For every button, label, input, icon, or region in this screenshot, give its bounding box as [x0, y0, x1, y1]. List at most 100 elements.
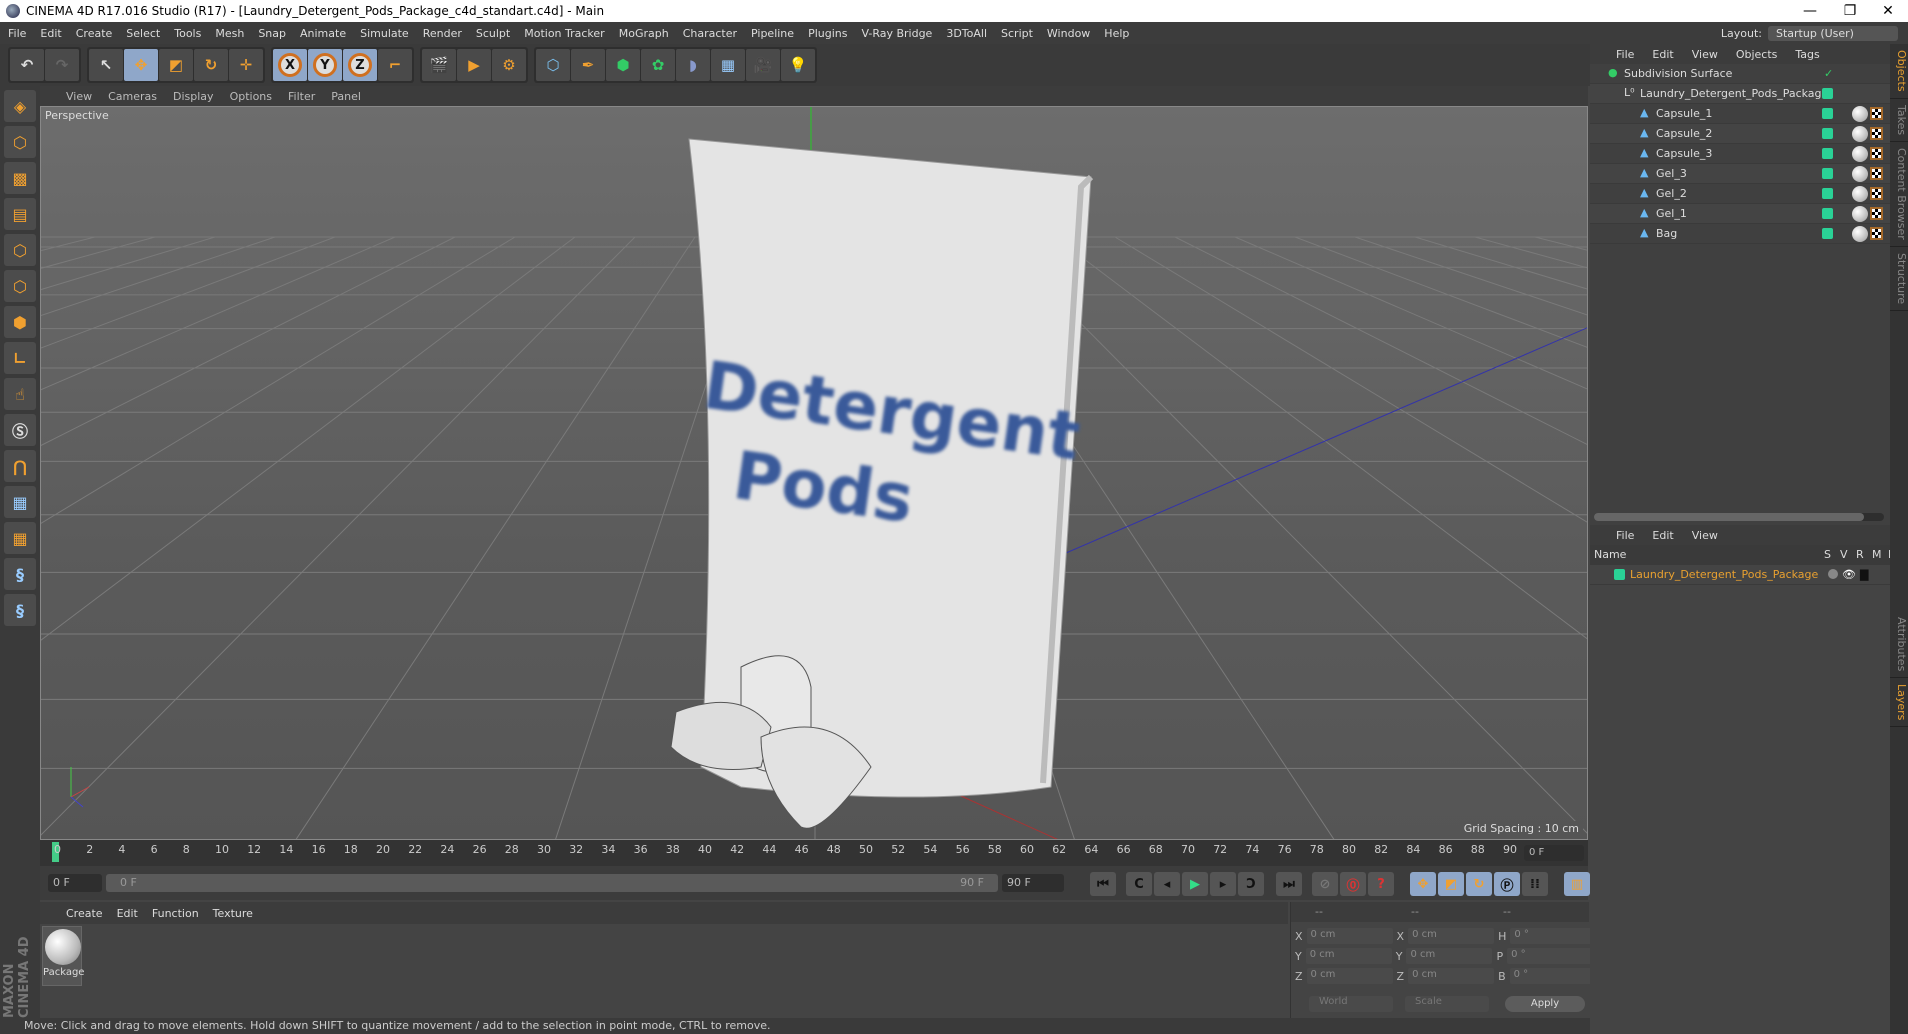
- menu-snap[interactable]: Snap: [258, 27, 286, 40]
- object-menu-view[interactable]: View: [1692, 48, 1718, 61]
- 3d-viewport[interactable]: Detergent Pods Perspective Grid Spacing …: [40, 106, 1588, 840]
- visible-eye-icon[interactable]: 👁: [1842, 568, 1856, 581]
- keyframe-help-icon[interactable]: ?: [1368, 872, 1394, 896]
- coord-field[interactable]: 0 cm: [1408, 928, 1495, 944]
- layer-column-name[interactable]: Name: [1594, 548, 1626, 561]
- material-tag-icon[interactable]: [1852, 146, 1868, 162]
- current-frame-field[interactable]: 0 F: [48, 874, 102, 892]
- coord-field[interactable]: 0 cm: [1406, 948, 1493, 964]
- lock-workplane-icon[interactable]: ▦: [4, 486, 36, 518]
- solo-dot-icon[interactable]: [1828, 569, 1838, 579]
- coord-field[interactable]: 0 cm: [1306, 968, 1393, 984]
- layer-menu-file[interactable]: File: [1616, 529, 1634, 542]
- menu-motion-tracker[interactable]: Motion Tracker: [524, 27, 604, 40]
- material-tag-icon[interactable]: [1852, 186, 1868, 202]
- grid-icon[interactable]: ▦: [4, 522, 36, 554]
- viewport-menu-options[interactable]: Options: [230, 90, 272, 103]
- layer-column-m[interactable]: M: [1872, 548, 1882, 561]
- cloner-icon[interactable]: ✿: [641, 49, 675, 81]
- z-axis-button[interactable]: Z: [343, 49, 377, 81]
- redo-icon[interactable]: ↷: [45, 49, 79, 81]
- layer-color-swatch[interactable]: [1822, 88, 1833, 99]
- side-tab-objects[interactable]: Objects: [1890, 44, 1908, 99]
- material-tag-icon[interactable]: [1852, 106, 1868, 122]
- cube-icon[interactable]: ⬡: [536, 49, 570, 81]
- object-menu-objects[interactable]: Objects: [1736, 48, 1778, 61]
- coord-field[interactable]: 0 cm: [1305, 948, 1392, 964]
- scale-icon[interactable]: ◩: [159, 49, 193, 81]
- coord-field[interactable]: 0 °: [1510, 928, 1597, 944]
- object-menu-file[interactable]: File: [1616, 48, 1634, 61]
- magnet-icon[interactable]: ⋂: [4, 450, 36, 482]
- play-icon[interactable]: ▶: [1182, 872, 1208, 896]
- prev-frame-icon[interactable]: ◂: [1154, 872, 1180, 896]
- move-icon[interactable]: ✥: [124, 49, 158, 81]
- coord-field[interactable]: 0 cm: [1408, 968, 1495, 984]
- menu-script[interactable]: Script: [1001, 27, 1033, 40]
- key-rotation-icon[interactable]: ↻: [1466, 872, 1492, 896]
- side-tab-layers[interactable]: Layers: [1890, 678, 1908, 728]
- frame-display-field[interactable]: 0 F: [1524, 845, 1584, 861]
- menu-character[interactable]: Character: [683, 27, 737, 40]
- texture-mode-icon[interactable]: ▩: [4, 162, 36, 194]
- material-menu-edit[interactable]: Edit: [117, 907, 138, 920]
- goto-start-icon[interactable]: ⏮: [1090, 872, 1116, 896]
- material-tag-icon[interactable]: [1852, 166, 1868, 182]
- uvw-tag-icon[interactable]: [1870, 227, 1883, 240]
- material-menu-function[interactable]: Function: [152, 907, 199, 920]
- subdivision-icon[interactable]: ⬢: [606, 49, 640, 81]
- menu-help[interactable]: Help: [1104, 27, 1129, 40]
- object-row[interactable]: ▲ Gel_3: [1590, 164, 1890, 184]
- viewport-menu-cameras[interactable]: Cameras: [108, 90, 157, 103]
- menu-v-ray-bridge[interactable]: V-Ray Bridge: [861, 27, 932, 40]
- pen-spline-icon[interactable]: ✒: [571, 49, 605, 81]
- viewport-menu-view[interactable]: View: [66, 90, 92, 103]
- key-position-icon[interactable]: ✥: [1410, 872, 1436, 896]
- tweak-icon[interactable]: ☝: [4, 378, 36, 410]
- viewport-menu-panel[interactable]: Panel: [331, 90, 361, 103]
- model-mode-icon[interactable]: ◈: [4, 90, 36, 122]
- menu-sculpt[interactable]: Sculpt: [476, 27, 510, 40]
- uvw-tag-icon[interactable]: [1870, 107, 1883, 120]
- y-axis-button[interactable]: Y: [308, 49, 342, 81]
- side-tab-structure[interactable]: Structure: [1890, 247, 1908, 311]
- layer-color-swatch[interactable]: [1822, 168, 1833, 179]
- menu-tools[interactable]: Tools: [174, 27, 201, 40]
- timeline-window-icon[interactable]: ▥: [1564, 872, 1590, 896]
- layer-column-v[interactable]: V: [1840, 548, 1848, 561]
- layer-color-swatch[interactable]: [1822, 108, 1833, 119]
- layer-color-swatch[interactable]: [1822, 128, 1833, 139]
- object-row[interactable]: L⁰ Laundry_Detergent_Pods_Package: [1590, 84, 1890, 104]
- object-row[interactable]: ▲ Gel_2: [1590, 184, 1890, 204]
- menu-create[interactable]: Create: [76, 27, 113, 40]
- menu-window[interactable]: Window: [1047, 27, 1090, 40]
- next-frame-icon[interactable]: ▸: [1210, 872, 1236, 896]
- menu-mesh[interactable]: Mesh: [215, 27, 244, 40]
- viewport-menu-filter[interactable]: Filter: [288, 90, 315, 103]
- floor-icon[interactable]: ▦: [711, 49, 745, 81]
- side-tab-attributes[interactable]: Attributes: [1890, 611, 1908, 678]
- layer-color-swatch[interactable]: [1822, 208, 1833, 219]
- coordinate-system-icon[interactable]: ⌐: [378, 49, 412, 81]
- menu-mograph[interactable]: MoGraph: [619, 27, 669, 40]
- undo-icon[interactable]: ↶: [10, 49, 44, 81]
- uvw-tag-icon[interactable]: [1870, 127, 1883, 140]
- object-row[interactable]: ▲ Gel_1: [1590, 204, 1890, 224]
- layer-menu-edit[interactable]: Edit: [1652, 529, 1673, 542]
- object-row[interactable]: ▲ Bag: [1590, 224, 1890, 244]
- key-scale-icon[interactable]: ◩: [1438, 872, 1464, 896]
- points-mode-icon[interactable]: ⬡: [4, 234, 36, 266]
- layer-menu-view[interactable]: View: [1692, 529, 1718, 542]
- select-cursor-icon[interactable]: ↖: [89, 49, 123, 81]
- object-mode-icon[interactable]: ⬡: [4, 126, 36, 158]
- material-menu-texture[interactable]: Texture: [213, 907, 253, 920]
- menu-simulate[interactable]: Simulate: [360, 27, 409, 40]
- menu-render[interactable]: Render: [423, 27, 462, 40]
- apply-button[interactable]: Apply: [1505, 996, 1585, 1012]
- object-row[interactable]: ▲ Capsule_2: [1590, 124, 1890, 144]
- layer-color-swatch[interactable]: [1822, 148, 1833, 159]
- key-param-icon[interactable]: Ⓟ: [1494, 872, 1520, 896]
- object-row[interactable]: ● Subdivision Surface ✓: [1590, 64, 1890, 84]
- render-view-icon[interactable]: 🎬: [422, 49, 456, 81]
- render-picture-viewer-icon[interactable]: ▶: [457, 49, 491, 81]
